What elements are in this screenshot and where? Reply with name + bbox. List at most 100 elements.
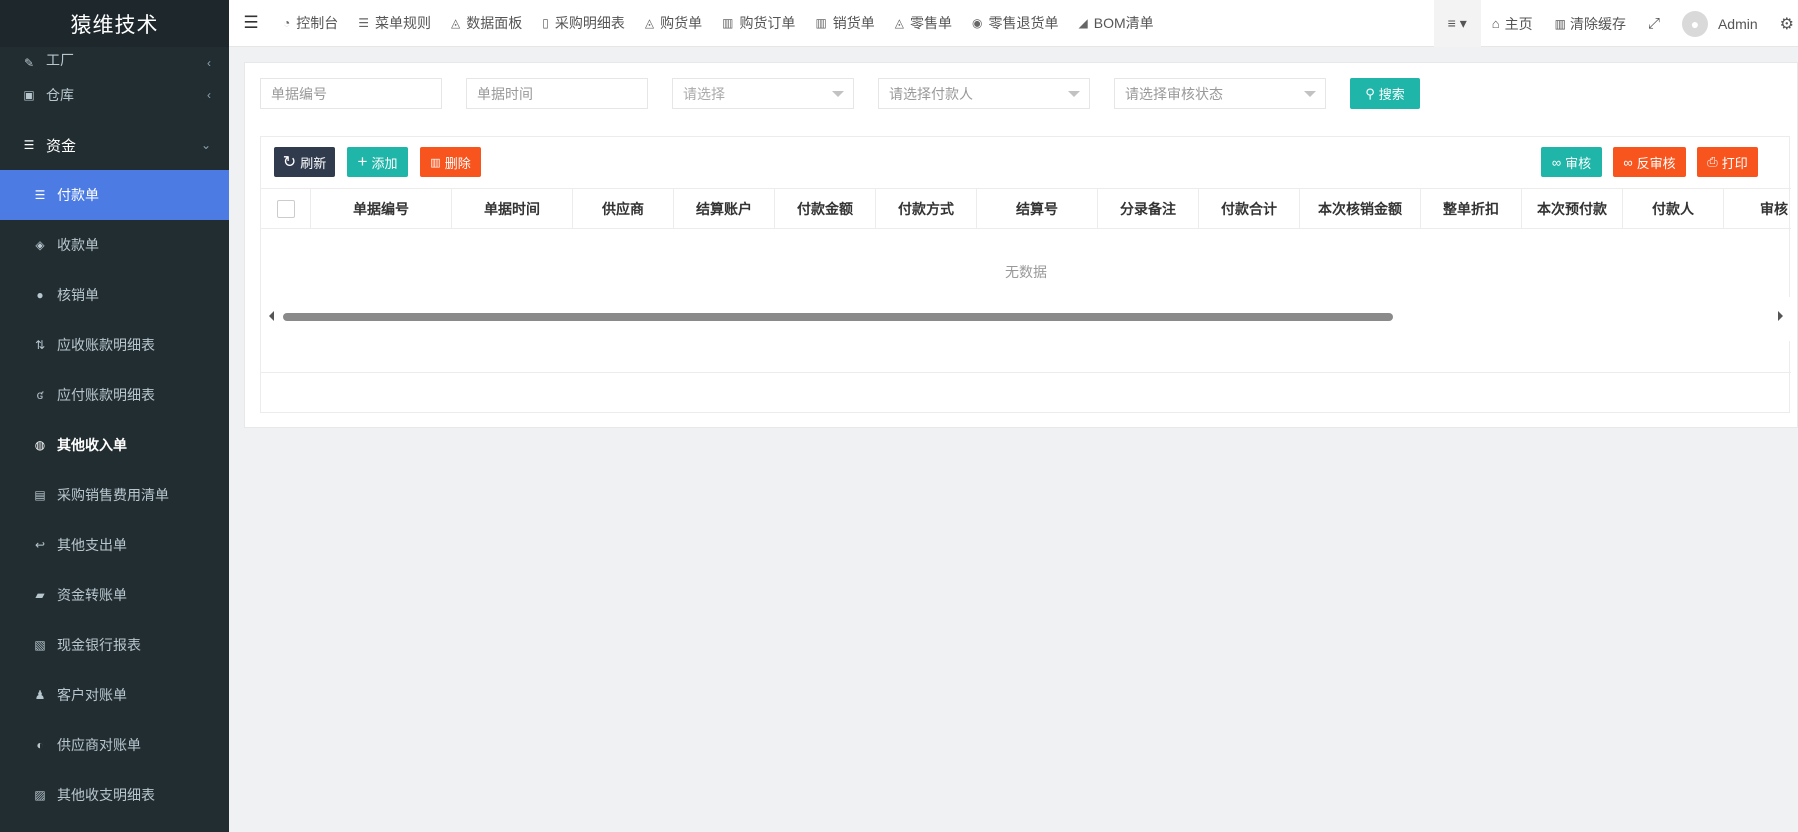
trash-icon: ▥ (430, 156, 441, 169)
nav-tab-label: 菜单规则 (375, 15, 432, 31)
settings-icon[interactable]: ⚙ (1769, 0, 1798, 47)
sidebar-item[interactable]: ● 核销单 (0, 270, 229, 320)
nav-tab-label: 采购明细表 (554, 15, 625, 31)
column-header[interactable]: 单据编号 (311, 189, 452, 228)
search-button-label: 搜索 (1378, 87, 1405, 102)
scroll-right-arrow-icon[interactable] (1778, 311, 1783, 321)
search-icon: ⚲ (1365, 85, 1375, 101)
sidebar-item[interactable]: ▣ 仓库 ‹ (0, 70, 229, 120)
nav-tab-label: 零售退货单 (988, 15, 1059, 31)
scroll-thumb[interactable] (283, 313, 1393, 321)
nav-tab[interactable]: ▥ 购货订单 (712, 0, 805, 47)
nav-tab[interactable]: ◢ BOM清单 (1069, 0, 1164, 47)
exchange-icon: ⇅ (34, 338, 46, 352)
add-button[interactable]: + 添加 (347, 147, 408, 177)
search-button[interactable]: ⚲ 搜索 (1350, 78, 1420, 109)
doc-no-input[interactable]: 单据编号 (260, 78, 442, 109)
sidebar-item[interactable]: ▤ 采购销售费用清单 (0, 470, 229, 520)
sidebar-item[interactable]: ▨ 其他收支明细表 (0, 770, 229, 820)
bell-icon: ♟ (34, 688, 46, 702)
nav-tab-label: 控制台 (296, 15, 339, 31)
sidebar-item-label: 收款单 (57, 237, 99, 253)
bar-chart-icon: ▥ (722, 16, 734, 30)
chevron-down-icon (1304, 91, 1316, 97)
sidebar-item-label: 工厂 (46, 52, 74, 68)
sidebar-item-label: 采购销售费用清单 (57, 487, 169, 503)
nav-tab-label: 购货订单 (739, 15, 796, 31)
sidebar-item[interactable]: ⇅ 应收账款明细表 (0, 320, 229, 370)
nav-tab[interactable]: ▯ 采购明细表 (532, 0, 635, 47)
home-link[interactable]: ⌂ 主页 (1481, 0, 1544, 47)
sidebar-toggle-icon[interactable]: ☰ (229, 0, 273, 47)
table-header: 单据编号 单据时间 供应商 结算账户 付款金额 付款方式 结算号 分录备注 付款合计 本次核销金额… (261, 188, 1791, 229)
user-menu[interactable]: ● Admin (1671, 0, 1769, 47)
column-header[interactable]: 本次预付款 (1522, 189, 1623, 228)
area-chart-icon: ◬ (644, 16, 655, 30)
warehouse-icon: ▣ (23, 88, 35, 102)
sidebar-item[interactable]: ʛ 应付账款明细表 (0, 370, 229, 420)
column-header[interactable]: 本次核销金额 (1300, 189, 1421, 228)
nav-tab[interactable]: ◬ 数据面板 (441, 0, 532, 47)
apple-icon: ● (36, 288, 44, 302)
column-header[interactable]: 付款金额 (775, 189, 876, 228)
horizontal-scrollbar[interactable] (261, 297, 1791, 341)
list-menu-icon[interactable]: ≡ ▾ (1433, 0, 1481, 47)
sidebar-item[interactable]: ◐ 供应商对账单 (0, 720, 229, 770)
column-header[interactable]: 整单折扣 (1421, 189, 1522, 228)
nav-tab[interactable]: ▥ 销货单 (805, 0, 884, 47)
home-icon: ⌂ (1491, 16, 1500, 31)
sidebar-item[interactable]: ▧ 现金银行报表 (0, 620, 229, 670)
image-icon: ▨ (34, 788, 46, 802)
unaudit-button[interactable]: ∞ 反审核 (1613, 147, 1686, 177)
search-form: 单据编号 单据时间 请选择 请选择付款人 请选择审核状态 ⚲ 搜索 (260, 78, 1790, 109)
select-all-checkbox[interactable] (276, 200, 295, 218)
area-chart-icon: ◬ (451, 16, 461, 30)
column-header[interactable]: 供应商 (573, 189, 674, 228)
sidebar-item[interactable]: ☰ 资金 ⌄ (0, 120, 229, 170)
column-header[interactable]: 审核 (1724, 189, 1791, 228)
shopping-icon: ◍ (34, 438, 46, 452)
scroll-track[interactable] (283, 313, 1763, 321)
nav-tab-label: 零售单 (910, 15, 953, 31)
bars-icon: ☰ (358, 16, 370, 30)
nav-tab-label: 购货单 (660, 15, 703, 31)
column-header[interactable]: 分录备注 (1098, 189, 1199, 228)
sidebar-item[interactable]: ▰ 资金转账单 (0, 570, 229, 620)
fullscreen-icon[interactable]: ⤢ (1637, 0, 1671, 47)
delete-button[interactable]: ▥ 删除 (420, 147, 481, 177)
sidebar-item[interactable]: ☰ 付款单 (0, 170, 229, 220)
column-header[interactable]: 付款方式 (876, 189, 977, 228)
column-header[interactable]: 结算号 (977, 189, 1098, 228)
sidebar-item[interactable]: ↩ 其他支出单 (0, 520, 229, 570)
supplier-select[interactable]: 请选择 (672, 78, 854, 109)
column-header[interactable]: 单据时间 (452, 189, 573, 228)
column-header[interactable]: 付款合计 (1199, 189, 1300, 228)
refresh-button[interactable]: ↻ 刷新 (274, 147, 335, 177)
nav-tab[interactable]: ◬ 零售单 (885, 0, 962, 47)
nav-tab[interactable]: ☰ 菜单规则 (348, 0, 441, 47)
scroll-left-arrow-icon[interactable] (269, 311, 274, 321)
column-header[interactable]: 结算账户 (674, 189, 775, 228)
column-header[interactable]: 付款人 (1623, 189, 1724, 228)
nav-tab-label: 数据面板 (466, 15, 523, 31)
audit-button[interactable]: ∞ 审核 (1541, 147, 1602, 177)
payer-select[interactable]: 请选择付款人 (878, 78, 1090, 109)
sidebar-item[interactable]: ✎ 工厂 ‹ (0, 43, 229, 70)
nav-tab[interactable]: ◔ 控制台 (273, 0, 348, 47)
audit-status-select[interactable]: 请选择审核状态 (1114, 78, 1326, 109)
username: Admin (1717, 15, 1758, 32)
sidebar-item[interactable]: ◈ 收款单 (0, 220, 229, 270)
database-icon: ☰ (34, 188, 46, 202)
print-button[interactable]: ⎙ 打印 (1697, 147, 1758, 177)
audit-label: 审核 (1565, 155, 1592, 171)
link-icon: ∞ (1551, 154, 1562, 170)
doc-time-input[interactable]: 单据时间 (466, 78, 648, 109)
app-logo[interactable]: 猿维技术 (0, 0, 229, 47)
sidebar-item[interactable]: ♟ 客户对账单 (0, 670, 229, 720)
nav-tab[interactable]: ◉ 零售退货单 (962, 0, 1068, 47)
sidebar-item[interactable]: ◍ 其他收入单 (0, 420, 229, 470)
main-panel: 单据编号 单据时间 请选择 请选择付款人 请选择审核状态 ⚲ 搜索 ↻ 刷新 +… (244, 62, 1798, 428)
nav-tab[interactable]: ◬ 购货单 (635, 0, 712, 47)
clear-cache-link[interactable]: ▥ 清除缓存 (1544, 0, 1637, 47)
file-icon: ▯ (542, 16, 549, 30)
